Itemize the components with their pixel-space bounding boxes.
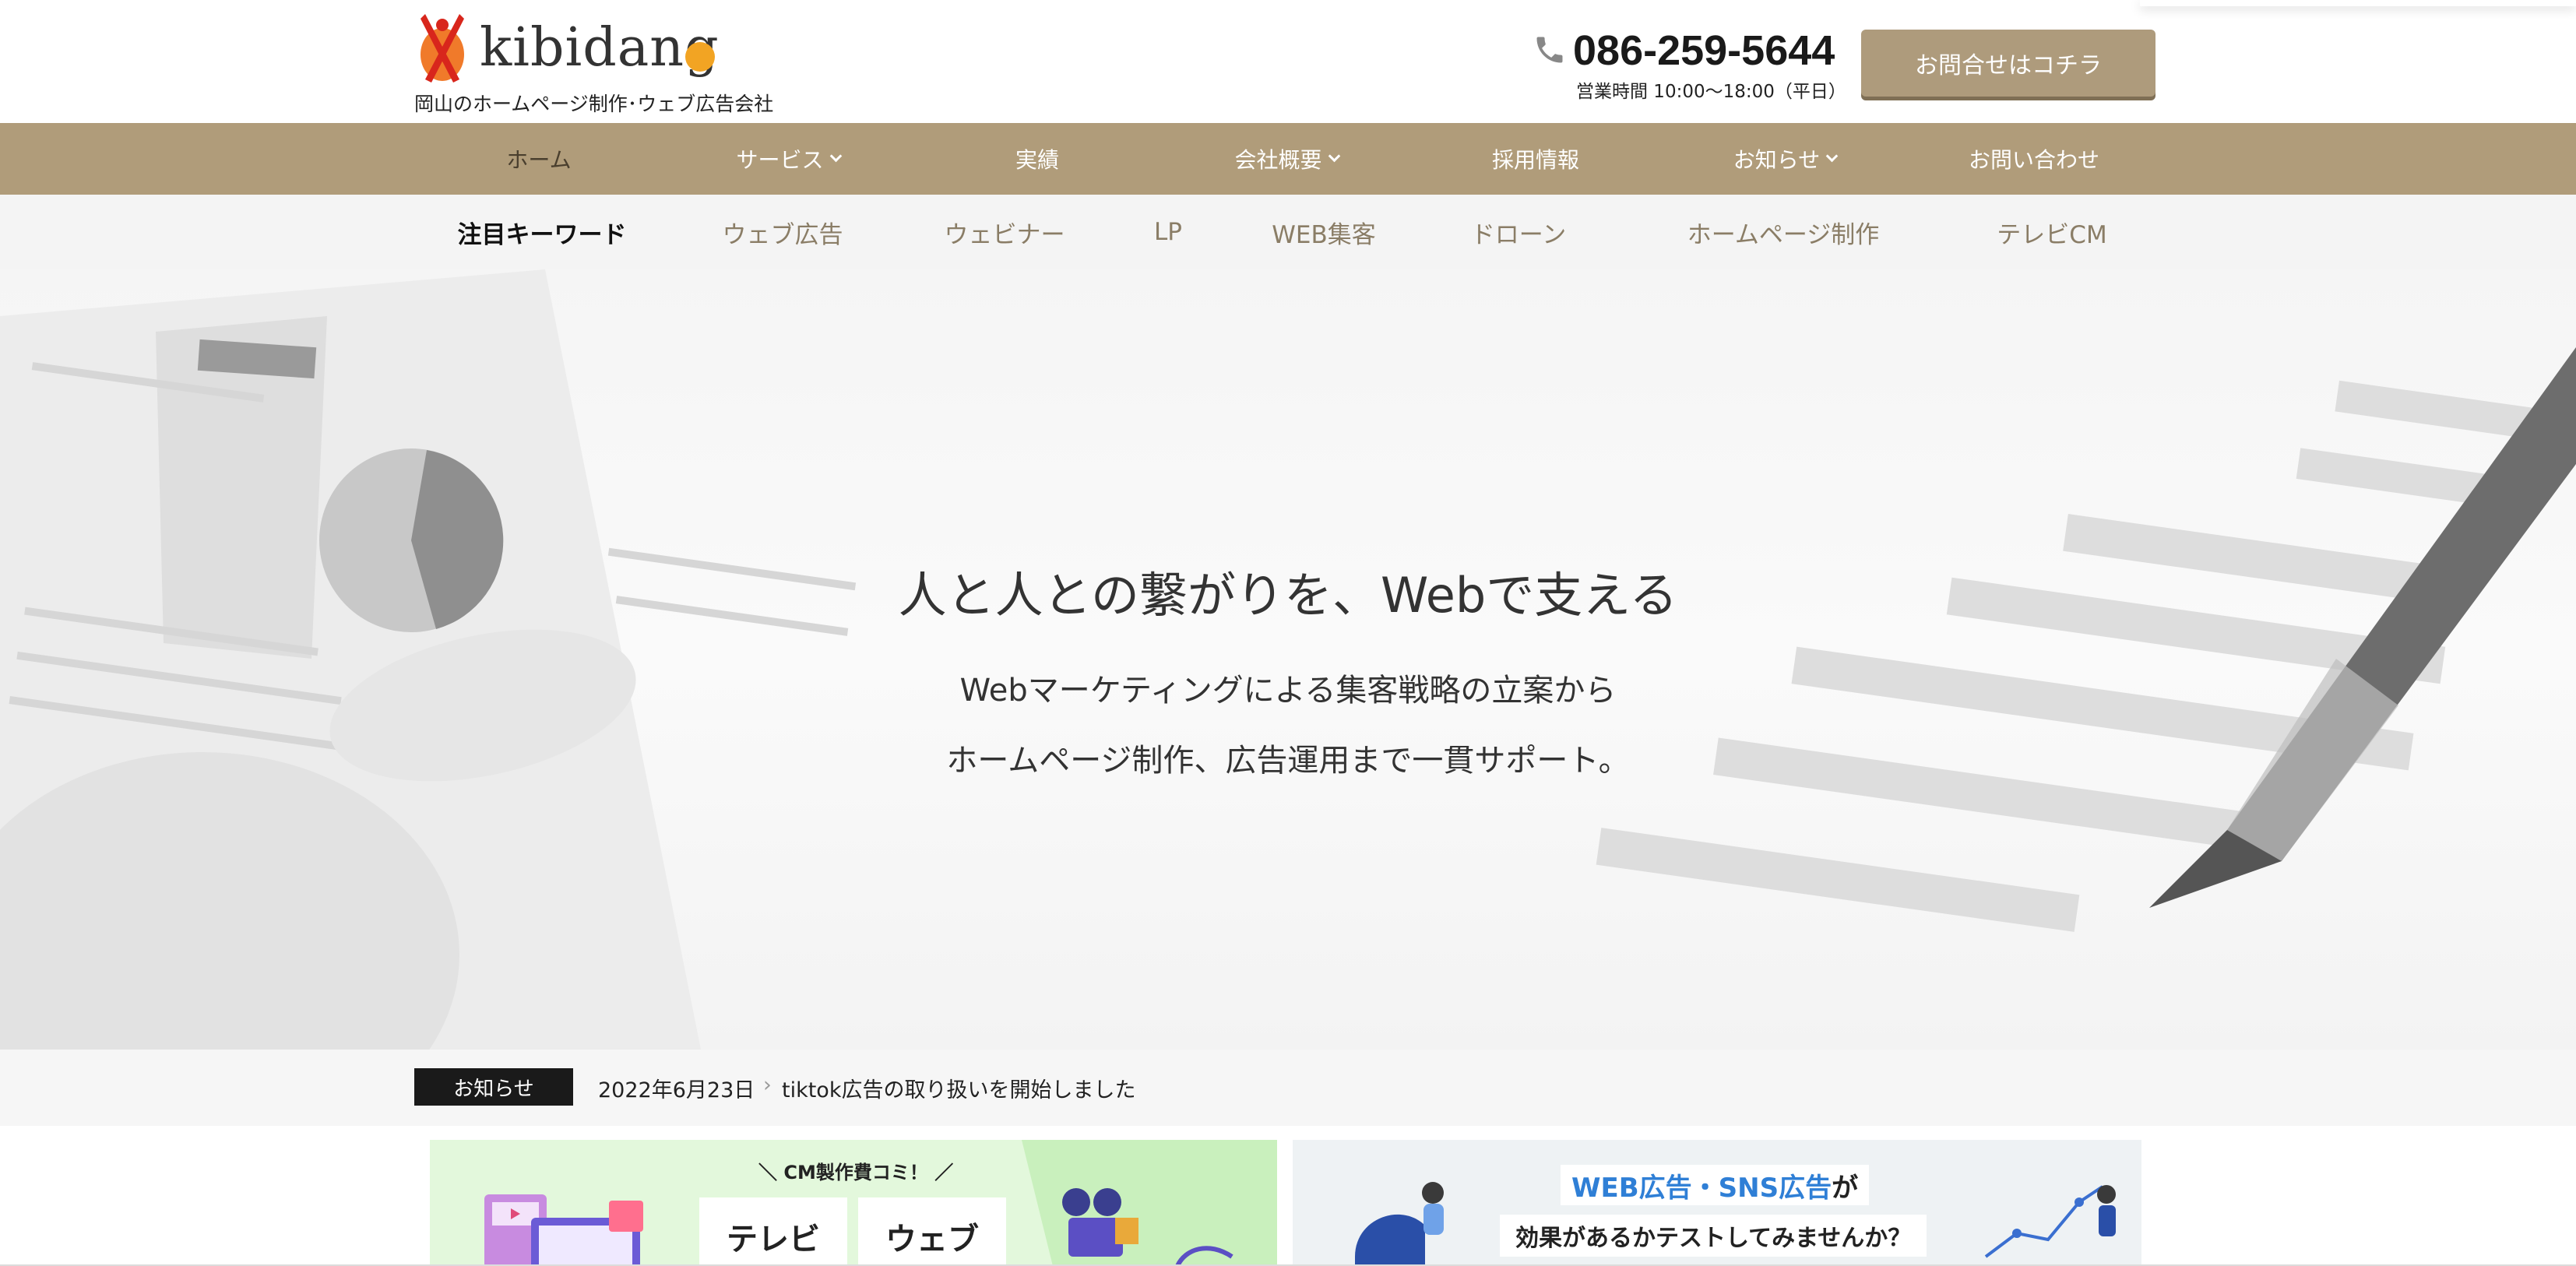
nav-item-label: お知らせ [1733, 147, 1821, 173]
keyword-link[interactable]: ウェブ広告 [685, 195, 880, 269]
nav-item-home[interactable]: ホーム [414, 123, 663, 195]
nav-item-contact[interactable]: お問い合わせ [1909, 123, 2159, 195]
page: kibidang 岡山のホームページ制作･ウェブ広告会社 086-259-564… [0, 0, 2576, 1266]
growth-chart-illustration-icon [1984, 1185, 2116, 1258]
nav-item-works[interactable]: 実績 [913, 123, 1162, 195]
nav-item-label: 実績 [1015, 147, 1059, 173]
web-ads-highlight-suffix: が [1832, 1172, 1859, 1204]
nav-item-services[interactable]: サービス [663, 123, 913, 195]
logo-mark-icon [421, 14, 464, 83]
keyword-link[interactable]: ウェビナー [907, 195, 1102, 269]
nav-item-recruit[interactable]: 採用情報 [1411, 123, 1660, 195]
devices-illustration-icon [484, 1194, 643, 1266]
site-tagline: 岡山のホームページ制作･ウェブ広告会社 [414, 93, 774, 115]
nav-item-label: お問い合わせ [1968, 147, 2099, 173]
web-ads-highlight: WEB広告・SNS広告 [1571, 1172, 1832, 1204]
main-nav: ホーム サービス 実績 会社概要 採用情報 お知らせ お問い合わせ [0, 123, 2576, 195]
phone-number-text: 086-259-5644 [1573, 27, 1835, 74]
nav-item-label: 会社概要 [1234, 147, 1322, 173]
nav-item-label: 採用情報 [1491, 147, 1579, 173]
keyword-link[interactable]: テレビCM [1962, 195, 2141, 269]
chevron-down-icon [1328, 149, 1340, 162]
hero-title: 人と人との繋がりを、Webで支える [898, 567, 1678, 624]
news-bar: お知らせ 2022年6月23日 › tiktok広告の取り扱いを開始しました [0, 1050, 2576, 1126]
keyword-heading: 注目キーワード [457, 220, 627, 249]
header-shadow [2140, 0, 2576, 6]
nav-item-company[interactable]: 会社概要 [1162, 123, 1411, 195]
business-hours: 営業時間 10:00〜18:00（平日） [1576, 82, 1846, 102]
person-illustration-icon [1355, 1182, 1444, 1266]
logo-dot [685, 42, 715, 72]
chevron-right-icon: › [763, 1073, 772, 1097]
cm-banner-tile-tv: テレビ [699, 1197, 847, 1266]
chevron-down-icon [829, 149, 842, 162]
chevron-down-icon [1825, 149, 1839, 162]
nav-item-news[interactable]: お知らせ [1660, 123, 1909, 195]
hero-subtitle-line1: Webマーケティングによる集客戦略の立案から [959, 673, 1617, 709]
keyword-link[interactable]: ドローン [1441, 195, 1596, 269]
keyword-link[interactable]: WEB集客 [1230, 195, 1417, 269]
news-label: お知らせ [414, 1068, 573, 1106]
web-ads-banner-line2: 効果があるかテストしてみませんか？ [1500, 1215, 1927, 1257]
cm-banner-tile-web: ウェブ [858, 1197, 1006, 1266]
nav-item-label: ホーム [506, 147, 572, 173]
cm-banner-heading: ＼ CM製作費コミ！ ／ [758, 1162, 954, 1183]
keyword-link[interactable]: ホームページ制作 [1651, 195, 1916, 269]
keyword-link[interactable]: LP [1121, 195, 1215, 269]
site-logo[interactable]: kibidang [414, 9, 741, 87]
hero-background-image [0, 269, 2576, 1050]
keyword-bar: 注目キーワード ウェブ広告 ウェビナー LP WEB集客 ドローン ホームページ… [0, 195, 2576, 269]
hero-subtitle-line2: ホームページ制作、広告運用まで一貫サポート。 [946, 743, 1630, 779]
web-ads-banner-line1: WEB広告・SNS広告が [1561, 1165, 1870, 1205]
contact-button[interactable]: お問合せはコチラ [1861, 30, 2155, 97]
news-link[interactable]: tiktok広告の取り扱いを開始しました [782, 1073, 1135, 1103]
camera-illustration-icon [1022, 1140, 1277, 1266]
logo-text: kibidang [480, 17, 720, 79]
web-ads-banner[interactable]: WEB広告・SNS広告が 効果があるかテストしてみませんか？ [1293, 1140, 2141, 1266]
hero-section: 人と人との繋がりを、Webで支える Webマーケティングによる集客戦略の立案から… [0, 269, 2576, 1050]
phone-icon [1536, 37, 1563, 63]
nav-item-label: サービス [736, 147, 824, 173]
site-header: kibidang 岡山のホームページ制作･ウェブ広告会社 086-259-564… [0, 0, 2576, 123]
cm-banner[interactable]: ＼ CM製作費コミ！ ／ テレビ ウェブ [430, 1140, 1277, 1266]
news-date: 2022年6月23日 [598, 1078, 755, 1102]
